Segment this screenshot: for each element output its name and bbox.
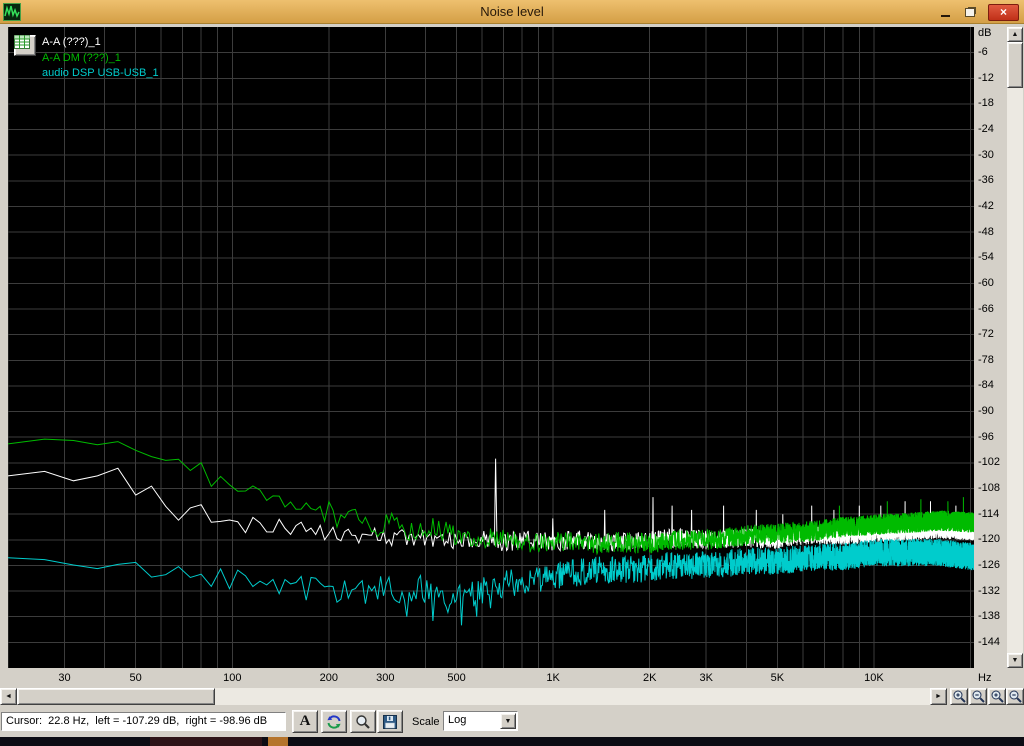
scroll-up-button[interactable]: ▲	[1007, 27, 1023, 42]
zoom-x-out-button[interactable]	[969, 688, 987, 705]
restore-icon	[965, 7, 975, 17]
y-axis-unit-label: dB	[978, 27, 992, 39]
scale-dropdown[interactable]: Log ▼	[443, 711, 518, 731]
x-tick-label: 10K	[864, 672, 884, 684]
y-tick-label: -24	[978, 123, 994, 136]
legend-entries: A-A (???)_1 A-A DM (???)_1audio DSP USB-U…	[42, 35, 159, 82]
y-tick-label: -66	[978, 302, 994, 315]
x-tick-label: 50	[129, 672, 142, 684]
noise-level-window: Noise level × A-A (???)_1 A-A DM (???)_1…	[0, 0, 1024, 737]
x-tick-label: 3K	[699, 672, 713, 684]
magnifier-icon	[356, 714, 370, 729]
y-tick-label: -78	[978, 353, 994, 366]
y-tick-label: -72	[978, 328, 994, 341]
data-table-button[interactable]	[14, 35, 36, 56]
table-grid-icon	[14, 35, 30, 49]
client-area: A-A (???)_1 A-A DM (???)_1audio DSP USB-U…	[0, 24, 1024, 737]
y-tick-label: -114	[978, 507, 1000, 520]
zoom-in-icon	[991, 690, 1004, 703]
y-tick-label: -48	[978, 225, 994, 238]
dropdown-arrow-icon: ▼	[500, 713, 516, 729]
save-button[interactable]	[377, 710, 403, 733]
window-title: Noise level	[480, 4, 544, 19]
toolbar: Cursor: 22.8 Hz, left = -107.29 dB, righ…	[0, 705, 1024, 737]
zoom-y-out-button[interactable]	[1006, 688, 1024, 705]
y-tick-label: -30	[978, 148, 994, 161]
x-tick-label: 2K	[642, 672, 657, 684]
refresh-icon	[327, 714, 341, 729]
x-tick-label: 300	[376, 672, 395, 684]
y-tick-label: -42	[978, 199, 994, 212]
legend-entry: audio DSP USB-USB_1	[42, 67, 159, 79]
close-button[interactable]: ×	[988, 3, 1019, 21]
floppy-disk-icon	[383, 714, 397, 729]
vertical-scroll-thumb[interactable]	[1007, 42, 1023, 88]
legend-entry: A-A DM (???)_1	[42, 51, 121, 64]
zoom-y-in-button[interactable]	[988, 688, 1006, 705]
y-tick-label: -102	[978, 456, 1001, 469]
scroll-right-button[interactable]: ►	[930, 688, 947, 705]
x-tick-label: 1K	[546, 672, 560, 684]
cursor-status: Cursor: 22.8 Hz, left = -107.29 dB, righ…	[1, 712, 286, 731]
x-axis-unit-label: Hz	[978, 672, 992, 684]
font-a-icon: A	[299, 713, 311, 729]
y-tick-label: -54	[978, 251, 994, 264]
horizontal-scroll-thumb[interactable]	[17, 688, 215, 705]
y-tick-label: -60	[978, 276, 994, 289]
zoom-out-icon	[1009, 690, 1022, 703]
y-tick-label: -18	[978, 97, 994, 110]
taskbar-item	[268, 737, 288, 746]
taskbar-item	[150, 737, 262, 746]
y-tick-label: -120	[978, 533, 1001, 546]
zoom-tool-button[interactable]	[350, 710, 376, 733]
y-tick-label: -144	[978, 635, 1001, 648]
desktop: Noise level × A-A (???)_1 A-A DM (???)_1…	[0, 0, 1024, 746]
scale-value: Log	[448, 714, 467, 726]
scroll-left-button[interactable]: ◄	[0, 688, 17, 705]
zoom-out-icon	[972, 690, 985, 703]
minimize-icon	[940, 15, 950, 17]
x-tick-label: 30	[58, 672, 71, 684]
horizontal-scrollbar[interactable]: ◄ ►	[0, 688, 1024, 705]
y-tick-label: -90	[978, 405, 994, 418]
vertical-scrollbar[interactable]: ▲ ▼	[1007, 27, 1023, 668]
scroll-down-button[interactable]: ▼	[1007, 653, 1023, 668]
taskbar-edge	[0, 737, 1024, 746]
minimize-button[interactable]	[938, 4, 952, 20]
y-axis: dB -6 -12 -18 -24 -30 -36 -42 -48 -54 -60 -66 -72 -78…	[977, 27, 1006, 668]
x-tick-label: 500	[447, 672, 466, 684]
x-tick-label: 100	[223, 672, 242, 684]
x-tick-label: 5K	[770, 672, 785, 684]
scale-label: Scale	[412, 716, 440, 728]
y-tick-label: -12	[978, 71, 994, 84]
y-tick-label: -36	[978, 174, 994, 187]
zoom-in-icon	[953, 690, 966, 703]
font-button[interactable]: A	[292, 710, 318, 733]
refresh-button[interactable]	[321, 710, 347, 733]
y-tick-label: -132	[978, 584, 1001, 597]
y-tick-label: -138	[978, 610, 1001, 623]
titlebar[interactable]: Noise level ×	[0, 0, 1024, 24]
y-tick-label: -6	[978, 46, 988, 59]
horizontal-scroll-track[interactable]	[17, 688, 930, 705]
y-tick-label: -84	[978, 379, 994, 392]
y-tick-label: -126	[978, 558, 1001, 571]
x-axis: 30 50 100 200 300 500 1K 2K 3K 5K 10K Hz	[0, 668, 1024, 688]
legend: A-A (???)_1 A-A DM (???)_1audio DSP USB-U…	[14, 35, 159, 82]
y-tick-label: -96	[978, 430, 994, 443]
caption-buttons: ×	[938, 0, 1019, 24]
zoom-x-in-button[interactable]	[950, 688, 968, 705]
plot-area[interactable]: A-A (???)_1 A-A DM (???)_1audio DSP USB-U…	[8, 27, 974, 668]
y-tick-label: -108	[978, 482, 1001, 495]
legend-entry: A-A (???)_1	[42, 36, 101, 48]
maximize-button[interactable]	[962, 4, 978, 20]
x-tick-label: 200	[319, 672, 339, 684]
